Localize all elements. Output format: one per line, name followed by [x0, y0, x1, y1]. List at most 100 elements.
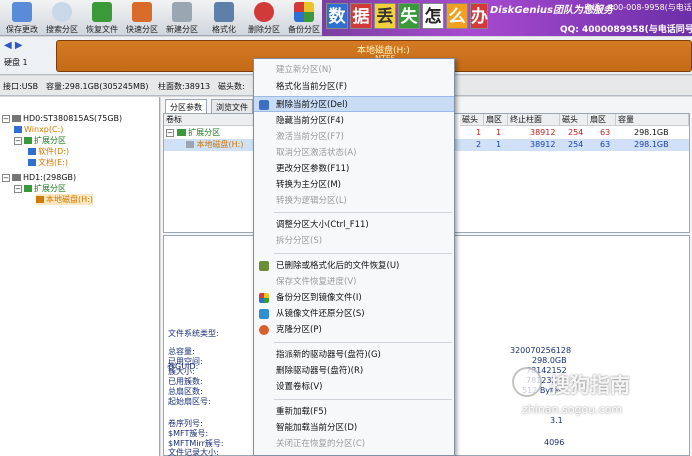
menu-item-to-primary[interactable]: 转换为主分区(M): [254, 177, 454, 193]
recover-file-button[interactable]: 恢复文件: [80, 0, 124, 36]
menu-item-format[interactable]: 格式化当前分区(F): [254, 79, 454, 95]
column-header[interactable]: 卷标: [164, 114, 254, 126]
column-header[interactable]: 终止柱面: [508, 114, 560, 126]
menu-item-backup-image[interactable]: 备份分区到镜像文件(I): [254, 290, 454, 306]
collapse-icon[interactable]: −: [166, 129, 174, 137]
menu-item-assign-letter[interactable]: 指派新的驱动器号(盘符)(G): [254, 347, 454, 363]
menu-item-set-label[interactable]: 设置卷标(V): [254, 379, 454, 395]
menu-label: 更改分区参数(F11): [276, 164, 350, 174]
table-cell: 254: [568, 140, 584, 149]
menu-item-clone[interactable]: 克隆分区(P): [254, 322, 454, 338]
tree-item-docs[interactable]: 文档(E:): [28, 157, 68, 168]
hard-disk-icon: [12, 115, 21, 122]
toolbar: 保存更改 搜索分区 恢复文件 快速分区 新建分区 格式化 删除分区 备份分区 数…: [0, 0, 692, 36]
backup-icon: [259, 293, 269, 303]
search-partition-button[interactable]: 搜索分区: [40, 0, 84, 36]
column-header[interactable]: 容量: [616, 114, 689, 126]
column-header[interactable]: 扇区: [484, 114, 508, 126]
menu-item-file-recovery[interactable]: 已删除或格式化后的文件恢复(U): [254, 258, 454, 274]
disk-tree: − HD0:ST380815AS(75GB) Winxp(C:) − 扩展分区 软件…: [0, 97, 160, 456]
table-cell: 38912: [530, 140, 556, 149]
menu-item-split[interactable]: 拆分分区(S): [254, 233, 454, 249]
quick-partition-button[interactable]: 快速分区: [120, 0, 164, 36]
menu-separator: [274, 342, 452, 343]
tab-partition-params[interactable]: 分区参数: [165, 99, 207, 113]
tree-item-local-h[interactable]: 本地磁盘(H:): [36, 194, 93, 205]
menu-item-save-progress[interactable]: 保存文件恢复进度(V): [254, 274, 454, 290]
menu-item-reload[interactable]: 重新加载(F5): [254, 404, 454, 420]
menu-item-hide[interactable]: 隐藏当前分区(F4): [254, 113, 454, 129]
collapse-icon[interactable]: −: [2, 114, 10, 123]
table-row-ext[interactable]: − 扩展分区: [166, 127, 220, 139]
restore-icon: [259, 309, 269, 319]
heads-info: 磁头数:: [218, 82, 245, 91]
tree-item-ext0[interactable]: − 扩展分区: [14, 135, 66, 146]
tab-browse-files[interactable]: 浏览文件: [211, 99, 253, 113]
quick-partition-icon: [132, 2, 152, 22]
backup-partition-button[interactable]: 备份分区: [282, 0, 326, 36]
banner-char: 丢: [374, 3, 396, 29]
menu-separator: [274, 253, 452, 254]
menu-item-resize[interactable]: 调整分区大小(Ctrl_F11): [254, 217, 454, 233]
tree-label: 扩展分区: [34, 136, 66, 145]
tree-item-hd1[interactable]: − HD1:(298GB): [2, 172, 76, 183]
tree-item-winxp[interactable]: Winxp(C:): [14, 124, 63, 135]
banner-char: 失: [398, 3, 420, 29]
partition-icon: [24, 185, 32, 192]
tree-label: 文档(E:): [38, 158, 68, 167]
menu-item-smart-load[interactable]: 智能加载当前分区(D): [254, 420, 454, 436]
column-header[interactable]: 扇区: [588, 114, 616, 126]
menu-item-activate[interactable]: 激活当前分区(F7): [254, 129, 454, 145]
menu-item-delete[interactable]: 删除当前分区(Del): [254, 96, 454, 112]
menu-label: 建立新分区(N): [276, 65, 332, 75]
banner-char: 怎: [422, 3, 444, 29]
clone-icon: [259, 325, 269, 335]
menu-label: 关闭正在恢复的分区(C): [276, 439, 366, 449]
total-bytes-value: 320070256128: [510, 346, 572, 355]
menu-label: 取消分区激活状态(A): [276, 148, 357, 158]
tree-label: Winxp(C:): [24, 125, 64, 134]
collapse-icon[interactable]: −: [14, 184, 22, 193]
interface-info: 接口:USB: [3, 82, 39, 91]
file-recover-icon: [259, 261, 269, 271]
tree-label: 本地磁盘(H:): [46, 195, 93, 204]
disk-nav-arrows[interactable]: ◀ ▶: [4, 40, 23, 51]
save-button[interactable]: 保存更改: [0, 0, 44, 36]
row-name: 扩展分区: [188, 128, 221, 137]
menu-item-change-params[interactable]: 更改分区参数(F11): [254, 161, 454, 177]
watermark-text: 搜狗指南: [550, 373, 630, 397]
menu-item-to-logical[interactable]: 转换为逻辑分区(L): [254, 193, 454, 209]
menu-item-deactivate[interactable]: 取消分区激活状态(A): [254, 145, 454, 161]
format-button[interactable]: 格式化: [202, 0, 246, 36]
collapse-icon[interactable]: −: [2, 173, 10, 182]
table-cell: 2: [476, 140, 482, 149]
menu-label: 删除当前分区(Del): [276, 100, 348, 110]
menu-label: 转换为主分区(M): [276, 180, 341, 190]
tree-item-software[interactable]: 软件(D:): [28, 146, 69, 157]
watermark-url: zhinan.sogou.com: [522, 403, 623, 416]
table-row-local-h[interactable]: 本地磁盘(H:): [186, 139, 244, 151]
search-icon: [52, 2, 72, 22]
partition-icon: [28, 148, 36, 155]
format-icon: [214, 2, 234, 22]
tree-item-hd0[interactable]: − HD0:ST380815AS(75GB): [2, 113, 122, 124]
menu-label: 转换为逻辑分区(L): [276, 196, 347, 206]
new-partition-button[interactable]: 新建分区: [160, 0, 204, 36]
delete-partition-button[interactable]: 删除分区: [242, 0, 286, 36]
tree-item-ext1[interactable]: − 扩展分区: [14, 183, 66, 194]
menu-item-new-partition[interactable]: 建立新分区(N): [254, 62, 454, 78]
menu-item-close-recovering[interactable]: 关闭正在恢复的分区(C): [254, 436, 454, 452]
column-header[interactable]: 磁头: [560, 114, 588, 126]
watermark: 搜狗指南 zhinan.sogou.com: [512, 363, 688, 423]
menu-item-restore-image[interactable]: 从镜像文件还原分区(S): [254, 306, 454, 322]
tree-label: 扩展分区: [34, 184, 66, 193]
menu-item-remove-letter[interactable]: 删除驱动器号(盘符)(R): [254, 363, 454, 379]
collapse-icon[interactable]: −: [14, 136, 22, 145]
column-header[interactable]: 磁头: [460, 114, 484, 126]
banner-char: 据: [350, 3, 372, 29]
fs-type-label: 文件系统类型:: [168, 329, 219, 338]
table-cell: 254: [568, 128, 584, 137]
table-cell: 1: [496, 140, 502, 149]
table-cell: 1: [476, 128, 482, 137]
ad-banner[interactable]: 数 据 丢 失 怎 么 办 DiskGenius团队为您服务 电话：400-00…: [322, 0, 692, 36]
